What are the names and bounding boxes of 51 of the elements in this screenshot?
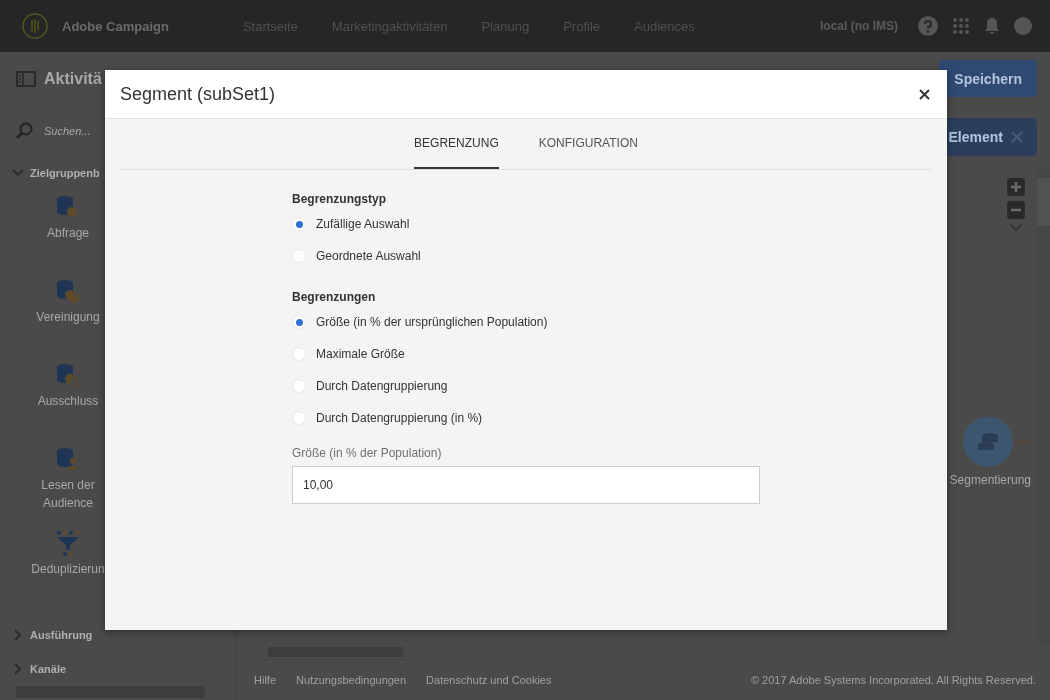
chevron-down-icon [12, 167, 24, 179]
close-button[interactable] [917, 86, 932, 102]
database-icon [976, 431, 1000, 453]
radio-label[interactable]: Zufällige Auswahl [316, 217, 410, 231]
minus-icon [1010, 208, 1022, 212]
chevron-down-icon[interactable] [1010, 224, 1022, 232]
zoom-in-button[interactable] [1007, 178, 1025, 196]
node-label: Segmentierung [949, 473, 1031, 487]
chevron-right-icon [12, 629, 24, 641]
radio-label[interactable]: Durch Datengruppierung (in %) [316, 411, 483, 425]
group-label: Begrenzungen [292, 290, 377, 304]
database-icon [55, 446, 81, 472]
section-header[interactable]: Zielgruppenb [0, 156, 235, 190]
brand-name: Adobe Campaign [62, 18, 169, 34]
footer-link[interactable]: Datenschutz und Cookies [426, 674, 552, 686]
help-icon[interactable] [918, 16, 938, 36]
segment-node[interactable] [963, 417, 1013, 467]
radio-label[interactable]: Größe (in % der ursprünglichen Population) [316, 315, 548, 329]
bell-icon[interactable] [984, 17, 1000, 35]
save-button[interactable]: Speichern [939, 60, 1037, 97]
footer-link[interactable]: Nutzungsbedingungen [296, 674, 407, 686]
section-header[interactable]: Ausführung [0, 618, 235, 652]
sidebar-toggle-icon[interactable] [16, 70, 36, 87]
page-title: Aktivitä [44, 69, 102, 88]
avatar-icon[interactable] [1014, 17, 1032, 35]
footer-link[interactable]: Hilfe [254, 674, 276, 686]
field-label: Größe (in % der Population) [292, 446, 443, 460]
funnel-icon [55, 530, 81, 556]
radio-button[interactable] [292, 217, 306, 231]
copyright-text: © 2017 Adobe Systems Incorporated. All Rights Reserved. [750, 674, 1036, 686]
group-label: Begrenzungstyp [292, 192, 387, 206]
radio-label[interactable]: Maximale Größe [316, 347, 405, 361]
radio-label[interactable]: Durch Datengruppierung [316, 379, 448, 393]
plus-icon [1010, 181, 1022, 193]
apps-grid-icon[interactable] [952, 17, 970, 35]
zoom-out-button[interactable] [1007, 201, 1025, 219]
tab[interactable]: KONFIGURATION [538, 119, 638, 169]
search-field[interactable]: Suchen... [42, 124, 196, 138]
database-icon [55, 278, 81, 304]
database-icon [55, 362, 81, 388]
radio-label[interactable]: Geordnete Auswahl [316, 249, 421, 263]
chevron-right-icon [12, 663, 24, 675]
section-header[interactable]: Kanäle [0, 652, 235, 686]
size-input-field[interactable]: 10,00 [292, 466, 760, 504]
logo-icon [22, 13, 48, 39]
dialog-title: Segment (subSet1) [120, 83, 276, 105]
radio-button[interactable] [292, 315, 306, 329]
search-icon [16, 122, 34, 140]
dotted-connector [1013, 440, 1037, 444]
close-icon [1011, 131, 1023, 143]
tab[interactable]: BEGRENZUNG [414, 119, 499, 169]
